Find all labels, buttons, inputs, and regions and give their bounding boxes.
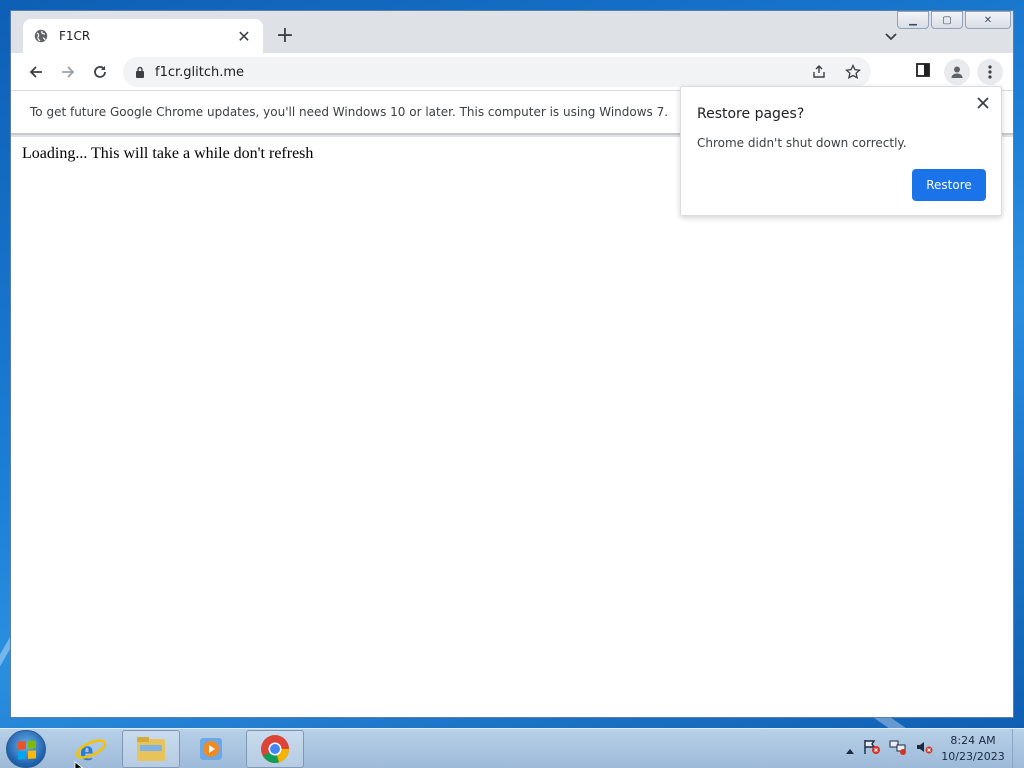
show-desktop-button[interactable] [1012,729,1024,768]
url-text: f1cr.glitch.me [155,64,245,80]
infobar-text: To get future Google Chrome updates, you… [30,105,669,119]
profile-avatar-icon[interactable] [944,59,970,85]
chrome-menu-icon[interactable] [977,59,1003,85]
forward-arrow-icon[interactable] [55,59,81,85]
close-window-button[interactable]: ✕ [965,11,1011,29]
taskbar-clock[interactable]: 8:24 AM 10/23/2023 [940,733,1006,765]
bubble-body: Chrome didn't shut down correctly. [697,136,907,150]
system-tray [845,739,933,759]
minimize-button[interactable]: ▁ [897,11,929,29]
action-center-warning-icon[interactable] [863,739,881,759]
media-player-icon[interactable] [182,730,240,768]
maximize-button[interactable]: ▢ [931,11,963,29]
new-tab-button[interactable]: + [273,25,297,49]
tab-close-icon[interactable]: ✕ [235,27,253,46]
show-hidden-icons-icon[interactable] [845,740,855,759]
restore-pages-bubble: Restore pages? Chrome didn't shut down c… [680,86,1002,216]
address-bar[interactable]: f1cr.glitch.me [123,57,871,87]
chrome-icon[interactable] [246,730,304,768]
tab-f1cr[interactable]: F1CR ✕ [23,19,263,53]
tab-strip: F1CR ✕ + [11,11,1013,53]
window-controls: ▁ ▢ ✕ [897,11,1011,29]
lock-icon[interactable] [135,63,145,82]
windows-logo-icon [18,740,36,760]
loading-message: Loading... This will take a while don't … [22,145,314,162]
internet-explorer-icon[interactable]: e [62,730,120,768]
taskbar: e 8:24 AM 10/23/2023 [0,728,1024,768]
reload-icon[interactable] [87,59,113,85]
bookmark-star-icon[interactable] [843,62,863,82]
close-icon[interactable] [973,93,993,113]
start-button[interactable] [6,730,46,768]
page-content: Loading... This will take a while don't … [11,137,1013,717]
clock-date: 10/23/2023 [941,750,1005,763]
tab-search-chevron-icon[interactable] [881,27,901,47]
windows-explorer-icon[interactable] [122,730,180,768]
tab-title: F1CR [59,29,91,43]
share-icon[interactable] [809,62,829,82]
volume-muted-icon[interactable] [915,739,933,759]
clock-time: 8:24 AM [950,734,996,747]
globe-icon [33,28,49,44]
restore-button[interactable]: Restore [912,169,986,201]
bubble-title: Restore pages? [697,106,805,122]
mouse-cursor-icon [74,758,84,768]
side-panel-icon[interactable] [915,62,931,82]
network-icon[interactable] [889,739,907,759]
back-arrow-icon[interactable] [23,59,49,85]
